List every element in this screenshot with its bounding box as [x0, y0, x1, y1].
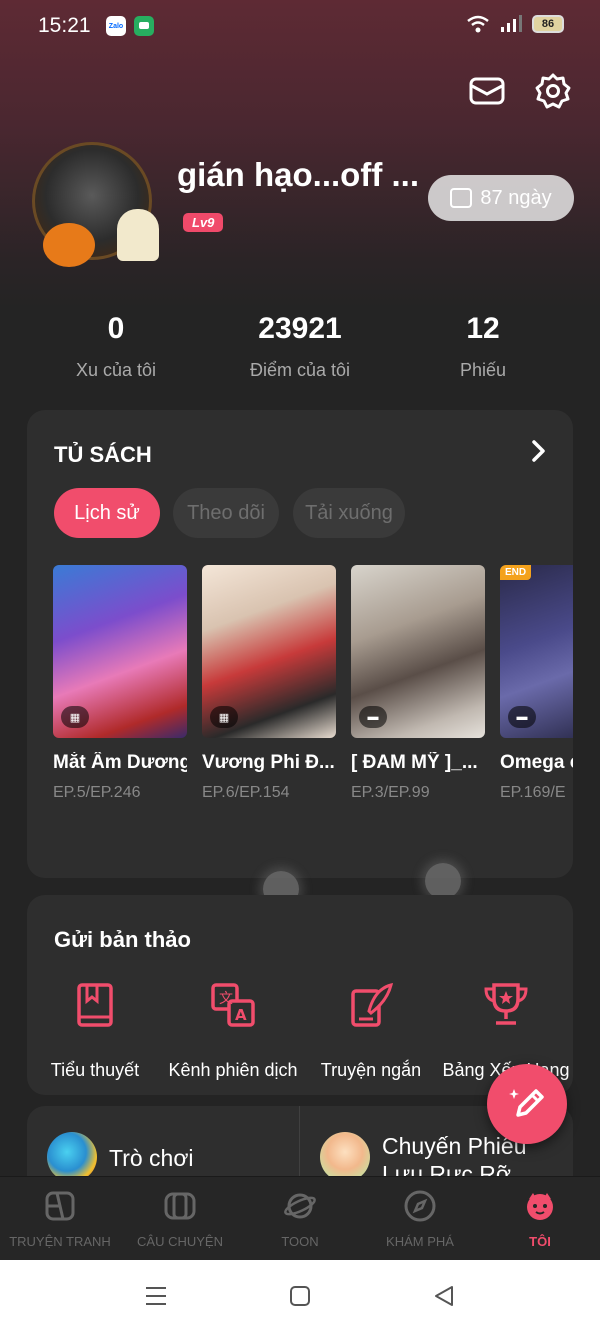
stat-points[interactable]: 23921 Điểm của tôi [230, 312, 370, 381]
comic-badge-icon: ▦ [61, 706, 89, 728]
chat-badge-icon: ▬ [508, 706, 536, 728]
tab-explore[interactable]: KHÁM PHÁ [360, 1189, 480, 1249]
submit-card: Gửi bản thảo Tiểu thuyết 文A Kênh phiên d… [27, 895, 573, 1095]
stat-value: 12 [466, 312, 500, 345]
book-title: Mắt Âm Dương... [53, 752, 187, 773]
book-episode: EP.169/E [500, 784, 566, 801]
face-icon [527, 1193, 553, 1220]
book-item[interactable]: ▦ Vương Phi Đ... EP.6/EP.154 [202, 565, 336, 802]
signal-icon [501, 15, 522, 32]
tab-label: TOON [281, 1234, 319, 1249]
write-fab-button[interactable] [487, 1064, 567, 1144]
bookshelf-card: TỦ SÁCH Lịch sử Theo dõi Tải xuống ▦ Mắt… [27, 410, 573, 878]
book-episode: EP.5/EP.246 [53, 784, 141, 801]
stat-value: 23921 [258, 312, 342, 345]
tool-short-story[interactable]: Truyện ngắn [316, 979, 426, 1081]
pencil-icon [509, 1089, 544, 1117]
trophy-icon [484, 983, 528, 1025]
mail-icon[interactable] [468, 72, 506, 110]
quill-icon [351, 982, 394, 1027]
end-badge: END [500, 565, 532, 580]
checkin-days-button[interactable]: 87 ngày [428, 175, 574, 221]
submit-title: Gửi bản thảo [54, 927, 191, 952]
tab-me[interactable]: TÔI [480, 1189, 600, 1249]
book-item[interactable]: ▦ Mắt Âm Dương... EP.5/EP.246 [53, 565, 187, 802]
tab-history[interactable]: Lịch sử [54, 488, 160, 538]
compass-icon [404, 1190, 436, 1222]
tool-ranking[interactable]: Bảng Xếp Hạng [439, 979, 573, 1081]
status-bar: 15:21 Zalo 86 [0, 0, 600, 52]
book-title: [ ĐAM MỸ ]_... [351, 752, 478, 773]
message-notification-icon [134, 16, 154, 36]
book-title: Omega c [500, 752, 573, 773]
wifi-icon [467, 15, 489, 33]
tab-following[interactable]: Theo dõi [173, 488, 279, 538]
battery-indicator: 86 [532, 15, 564, 33]
book-icon [77, 983, 113, 1027]
bottom-tab-bar: TRUYỆN TRANH CÂU CHUYỆN TOON KHÁM PHÁ TÔ… [0, 1176, 600, 1260]
svg-text:文: 文 [219, 991, 233, 1007]
touch-indicator [425, 863, 461, 899]
stat-coins[interactable]: 0 Xu của tôi [56, 312, 176, 381]
comic-badge-icon: ▦ [210, 706, 238, 728]
tab-toon[interactable]: TOON [240, 1189, 360, 1249]
book-cover: ▬ [351, 565, 485, 738]
book-cover: END ▬ [500, 565, 573, 738]
menu-icon[interactable] [144, 1284, 168, 1308]
planet-icon [284, 1193, 316, 1219]
status-indicators: 86 [466, 14, 564, 34]
home-icon[interactable] [288, 1284, 312, 1308]
status-time: 15:21 [38, 14, 91, 37]
tab-stories[interactable]: CÂU CHUYỆN [120, 1189, 240, 1249]
divider [299, 1106, 300, 1176]
bookshelf-title: TỦ SÁCH [54, 442, 152, 467]
level-badge: Lv9 [183, 213, 224, 232]
pumpkin-decoration [43, 223, 95, 267]
checkin-days-label: 87 ngày [480, 186, 552, 209]
zalo-notification-icon: Zalo [106, 16, 126, 36]
ghost-decoration [117, 209, 159, 261]
book-list: ▦ Mắt Âm Dương... EP.5/EP.246 ▦ Vương Ph… [53, 565, 573, 825]
stat-label: Điểm của tôi [249, 360, 351, 380]
tool-novel[interactable]: Tiểu thuyết [45, 979, 145, 1081]
book-episode: EP.6/EP.154 [202, 784, 290, 801]
calendar-icon [450, 188, 473, 208]
game-label: Trò chơi [109, 1145, 194, 1171]
tool-label: Tiểu thuyết [50, 1060, 140, 1080]
back-icon[interactable] [432, 1284, 456, 1308]
stat-label: Xu của tôi [75, 360, 157, 380]
tool-label: Truyện ngắn [320, 1060, 422, 1080]
chevron-right-icon[interactable] [531, 440, 547, 462]
book-item[interactable]: ▬ [ ĐAM MỸ ]_... EP.3/EP.99 [351, 565, 485, 802]
game-item[interactable]: Trò chơi [47, 1132, 194, 1176]
tool-label: Kênh phiên dịch [168, 1060, 298, 1080]
stat-tickets[interactable]: 12 Phiếu [432, 312, 534, 381]
game-icon [47, 1132, 97, 1176]
translate-icon: 文A [211, 983, 255, 1027]
comic-icon [45, 1191, 75, 1221]
story-icon [164, 1192, 196, 1220]
tab-label: CÂU CHUYỆN [137, 1234, 223, 1249]
book-item[interactable]: END ▬ Omega c EP.169/E [500, 565, 573, 802]
book-episode: EP.3/EP.99 [351, 784, 430, 801]
tab-label: KHÁM PHÁ [386, 1234, 454, 1249]
tab-comics[interactable]: TRUYỆN TRANH [0, 1189, 120, 1249]
gear-icon[interactable] [534, 72, 572, 110]
tab-label: TÔI [529, 1234, 551, 1249]
tool-translate[interactable]: 文A Kênh phiên dịch [167, 979, 299, 1081]
chat-badge-icon: ▬ [359, 706, 387, 728]
avatar[interactable] [32, 142, 159, 267]
stat-label: Phiếu [459, 360, 507, 380]
book-cover: ▦ [53, 565, 187, 738]
book-title: Vương Phi Đ... [202, 752, 335, 773]
tab-downloads[interactable]: Tải xuống [293, 488, 405, 538]
username[interactable]: gián hạo...off ... [177, 156, 419, 194]
svg-text:A: A [235, 1006, 247, 1024]
tab-label: TRUYỆN TRANH [9, 1234, 111, 1249]
book-cover: ▦ [202, 565, 336, 738]
stat-value: 0 [107, 312, 125, 345]
adventure-icon [320, 1132, 370, 1176]
system-nav-bar [0, 1260, 600, 1333]
